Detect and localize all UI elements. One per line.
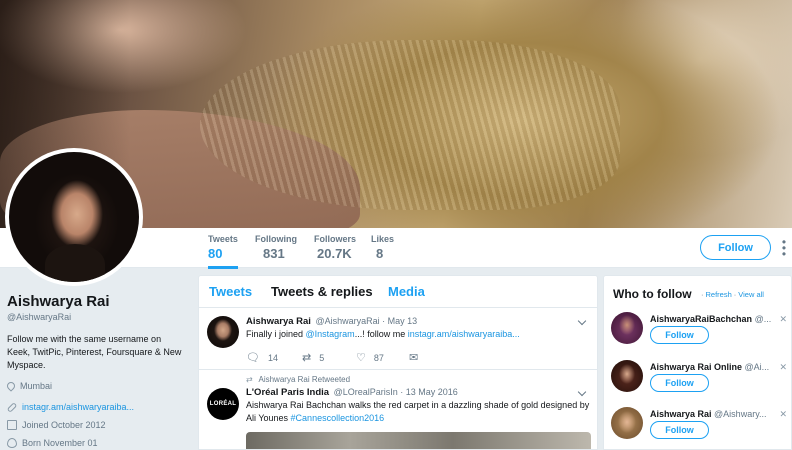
suggestion-handle[interactable]: @Ai... bbox=[745, 362, 770, 372]
header-photo-dress bbox=[200, 40, 620, 210]
profile-joined: Joined October 2012 bbox=[7, 420, 106, 430]
suggestion-handle[interactable]: @... bbox=[755, 314, 772, 324]
tweet-author-handle[interactable]: @AishwaryaRai bbox=[315, 316, 379, 326]
retweet-note: ⇄ Aishwarya Rai Retweeted bbox=[246, 375, 350, 384]
tweet-item[interactable]: ⇄ Aishwarya Rai Retweeted LORÉAL L'Oréal… bbox=[199, 370, 597, 449]
suggestion-avatar[interactable] bbox=[611, 360, 643, 392]
more-options-icon[interactable]: • • • bbox=[781, 236, 787, 260]
suggestion-item[interactable]: Aishwarya Rai Online @Ai... Follow ✕ bbox=[604, 360, 791, 406]
profile-birthday: Born November 01 bbox=[7, 438, 98, 448]
stat-followers[interactable]: Followers 20.7K bbox=[314, 234, 356, 261]
profile-name: Aishwarya Rai bbox=[7, 293, 110, 310]
profile-location-text: Mumbai bbox=[20, 381, 53, 391]
chevron-down-icon[interactable] bbox=[577, 388, 587, 398]
profile-website[interactable]: instagr.am/aishwaryaraiba... bbox=[6, 401, 134, 413]
tab-tweets-replies[interactable]: Tweets & replies bbox=[271, 284, 373, 299]
profile-bio: Follow me with the same username on Keek… bbox=[7, 334, 182, 370]
map-pin-icon bbox=[5, 380, 17, 392]
suggestion-avatar[interactable] bbox=[611, 407, 643, 439]
suggestion-name[interactable]: Aishwarya Rai Online @Ai... bbox=[650, 362, 775, 372]
stat-value: 20.7K bbox=[317, 246, 352, 261]
tweet-item[interactable]: Aishwarya Rai @AishwaryaRai · May 13 Fin… bbox=[199, 308, 597, 370]
tweet-date[interactable]: · May 13 bbox=[382, 316, 417, 326]
suggestion-item[interactable]: AishwaryaRaiBachchan @... Follow ✕ bbox=[604, 312, 791, 358]
suggestion-follow-button[interactable]: Follow bbox=[650, 374, 709, 392]
suggestion-display-name[interactable]: Aishwarya Rai bbox=[650, 409, 712, 419]
profile-website-link[interactable]: instagr.am/aishwaryaraiba... bbox=[22, 402, 134, 412]
tweet-text: Finally i joined @Instagram...! follow m… bbox=[246, 328, 591, 341]
tweet-link[interactable]: instagr.am/aishwaryaraiba... bbox=[408, 329, 520, 339]
profile-avatar[interactable] bbox=[5, 148, 143, 286]
tweet-author-name[interactable]: Aishwarya Rai bbox=[246, 316, 311, 327]
stat-label: Tweets bbox=[208, 234, 238, 244]
calendar-icon bbox=[7, 420, 17, 430]
chevron-down-icon[interactable] bbox=[577, 317, 587, 327]
suggestion-follow-button[interactable]: Follow bbox=[650, 326, 709, 344]
retweet-icon: ⇄ bbox=[302, 352, 312, 364]
timeline: Tweets Tweets & replies Media Aishwarya … bbox=[198, 275, 598, 450]
tweet-header: L'Oréal Paris India @LOrealParisIn · 13 … bbox=[246, 387, 458, 398]
stat-value: 80 bbox=[208, 246, 223, 261]
profile-location: Mumbai bbox=[5, 380, 53, 392]
tweet-text-part: ...! follow me bbox=[354, 329, 408, 339]
stat-tweets[interactable]: Tweets 80 bbox=[208, 234, 238, 269]
tweet-mention[interactable]: @Instagram bbox=[306, 329, 355, 339]
retweet-note-text[interactable]: Aishwarya Rai Retweeted bbox=[258, 375, 350, 384]
stat-label: Followers bbox=[314, 234, 357, 244]
reply-icon: 🗨︎ bbox=[246, 352, 260, 364]
tweet-author-name[interactable]: L'Oréal Paris India bbox=[246, 387, 329, 398]
link-icon bbox=[6, 401, 18, 413]
heart-icon: ♡ bbox=[356, 352, 366, 364]
like-count: 87 bbox=[373, 352, 384, 363]
retweet-icon: ⇄ bbox=[246, 375, 253, 384]
retweet-count: 5 bbox=[319, 352, 325, 363]
suggestion-name[interactable]: AishwaryaRaiBachchan @... bbox=[650, 314, 775, 324]
stat-value: 831 bbox=[263, 246, 285, 261]
refresh-link[interactable]: Refresh bbox=[706, 290, 732, 299]
tweet-text: Aishwarya Rai Bachchan walks the red car… bbox=[246, 399, 591, 425]
reply-count: 14 bbox=[267, 352, 278, 363]
suggestion-display-name[interactable]: Aishwarya Rai Online bbox=[650, 362, 742, 372]
message-action[interactable]: ✉ bbox=[409, 351, 426, 364]
tweet-avatar[interactable] bbox=[207, 316, 239, 348]
dismiss-icon[interactable]: ✕ bbox=[779, 409, 787, 420]
stat-likes[interactable]: Likes 8 bbox=[371, 234, 394, 261]
tweet-avatar[interactable]: LORÉAL bbox=[207, 388, 239, 420]
view-all-link[interactable]: View all bbox=[738, 290, 764, 299]
profile-joined-text: Joined October 2012 bbox=[22, 420, 106, 430]
suggestion-name[interactable]: Aishwarya Rai @Aishwary... bbox=[650, 409, 775, 419]
stat-label: Likes bbox=[371, 234, 395, 244]
tweet-media-image[interactable] bbox=[246, 432, 591, 449]
tweet-header: Aishwarya Rai @AishwaryaRai · May 13 bbox=[246, 316, 417, 327]
who-to-follow-title: Who to follow bbox=[613, 287, 692, 301]
tweet-date[interactable]: · 13 May 2016 bbox=[400, 387, 458, 397]
dismiss-icon[interactable]: ✕ bbox=[779, 362, 787, 373]
tweet-text-part: Finally i joined bbox=[246, 329, 306, 339]
avatar-image bbox=[9, 152, 139, 282]
balloon-icon bbox=[7, 438, 17, 448]
who-to-follow-links: · Refresh · View all bbox=[701, 290, 764, 299]
suggestion-item[interactable]: Aishwarya Rai @Aishwary... Follow ✕ bbox=[604, 407, 791, 449]
profile-handle: @AishwaryaRai bbox=[7, 312, 72, 322]
suggestion-display-name[interactable]: AishwaryaRaiBachchan bbox=[650, 314, 752, 324]
like-action[interactable]: ♡ 87 bbox=[356, 351, 384, 364]
stat-value: 8 bbox=[376, 246, 384, 261]
envelope-icon: ✉ bbox=[409, 352, 419, 364]
retweet-action[interactable]: ⇄ 5 bbox=[302, 351, 324, 364]
dismiss-icon[interactable]: ✕ bbox=[779, 314, 787, 325]
tweet-author-handle[interactable]: @LOrealParisIn bbox=[334, 387, 398, 397]
stat-following[interactable]: Following 831 bbox=[255, 234, 297, 261]
tab-media[interactable]: Media bbox=[388, 284, 425, 299]
timeline-tabs: Tweets Tweets & replies Media bbox=[199, 276, 597, 308]
suggestion-handle[interactable]: @Aishwary... bbox=[714, 409, 766, 419]
suggestion-follow-button[interactable]: Follow bbox=[650, 421, 709, 439]
who-to-follow-panel: Who to follow · Refresh · View all Aishwary… bbox=[603, 275, 792, 450]
suggestion-avatar[interactable] bbox=[611, 312, 643, 344]
tab-tweets[interactable]: Tweets bbox=[209, 284, 252, 299]
stat-label: Following bbox=[255, 234, 297, 244]
tweet-hashtag[interactable]: #Cannescollection2016 bbox=[291, 413, 385, 423]
follow-button[interactable]: Follow bbox=[700, 235, 771, 260]
reply-action[interactable]: 🗨︎ 14 bbox=[246, 351, 278, 364]
profile-birthday-text: Born November 01 bbox=[22, 438, 98, 448]
